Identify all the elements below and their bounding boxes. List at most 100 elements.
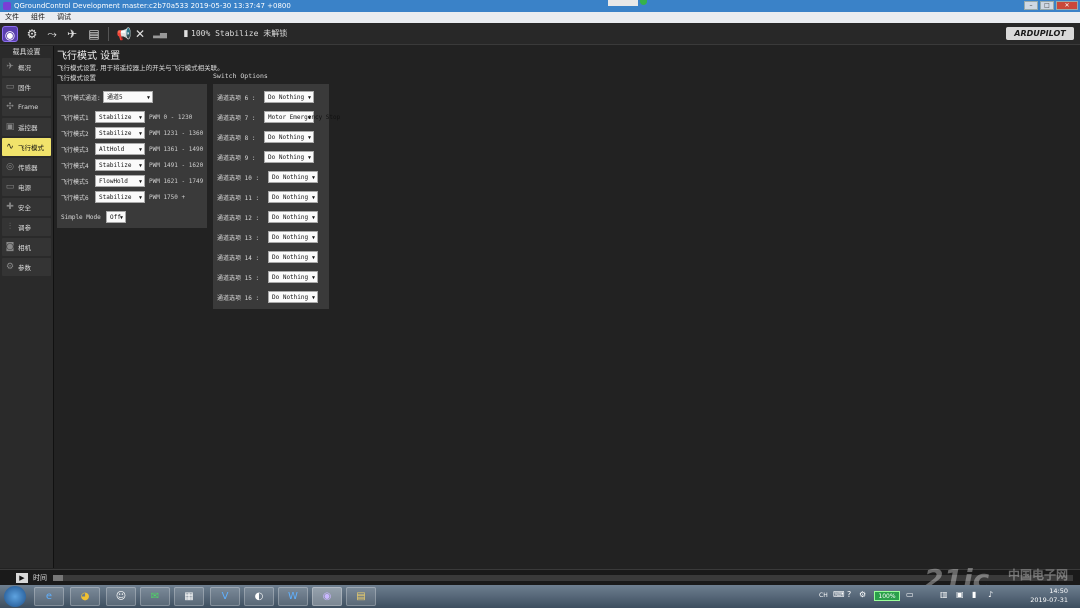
switch-option-row: 通道选项 6 : Do Nothing ▼: [217, 91, 314, 103]
flight-mode-4-select[interactable]: Stabilize ▼: [95, 159, 145, 171]
tray-chat-icon[interactable]: ▭: [906, 590, 914, 599]
sidebar-title: 载具设置: [12, 48, 41, 56]
notification-tab[interactable]: [608, 0, 638, 6]
channel-8-option-select[interactable]: Do Nothing ▼: [264, 131, 314, 143]
chevron-down-icon: ▼: [138, 147, 142, 153]
calculator-icon[interactable]: ▦: [174, 587, 204, 606]
vehicle-setup-gear-icon[interactable]: ⚙: [24, 26, 40, 42]
flight-mode-5-select[interactable]: FlowHold ▼: [95, 175, 145, 187]
file-explorer-icon[interactable]: ▤: [346, 587, 376, 606]
timeline-slider-handle[interactable]: [53, 575, 63, 581]
vcode-icon[interactable]: V: [210, 587, 240, 606]
messages-megaphone-icon[interactable]: 📢: [116, 26, 132, 42]
sidebar-item-flight-modes[interactable]: ∿ 飞行模式: [2, 138, 51, 156]
chevron-down-icon: ▼: [307, 155, 311, 161]
flight-mode-row: 飞行模式2 Stabilize ▼ PWM 1231 - 1360: [61, 127, 203, 139]
chevron-down-icon: ▼: [311, 295, 315, 301]
media-player-icon[interactable]: ◐: [244, 587, 274, 606]
channel-6-option-select[interactable]: Do Nothing ▼: [264, 91, 314, 103]
switch-option-row: 通道选项 11 : Do Nothing ▼: [217, 191, 318, 203]
tray-help-icon[interactable]: ?: [847, 590, 851, 599]
chrome-icon[interactable]: ◕: [70, 587, 100, 606]
channel-10-option-select[interactable]: Do Nothing ▼: [268, 171, 318, 183]
plan-route-icon[interactable]: ⤳: [44, 26, 60, 42]
switch-option-row: 通道选项 9 : Do Nothing ▼: [217, 151, 314, 163]
switch-option-row: 通道选项 16 : Do Nothing ▼: [217, 291, 318, 303]
qgc-logo-icon[interactable]: ◉: [2, 26, 18, 42]
channel-row: 飞行模式通道: 通道5 ▼: [61, 91, 153, 103]
flight-mode-2-select[interactable]: Stabilize ▼: [95, 127, 145, 139]
chevron-down-icon: ▼: [138, 115, 142, 121]
sidebar-item-power[interactable]: ▭ 电源: [2, 178, 51, 196]
tray-power-icon[interactable]: ▮: [972, 590, 976, 599]
close-icon[interactable]: ✕: [1056, 1, 1078, 10]
sidebar-item-summary[interactable]: ✈ 概况: [2, 58, 51, 76]
menu-file[interactable]: 文件: [5, 12, 19, 23]
channel-select[interactable]: 通道5 ▼: [103, 91, 153, 103]
sidebar-item-frame[interactable]: ✣ Frame: [2, 98, 51, 116]
flight-mode-row: 飞行模式3 AltHold ▼ PWM 1361 - 1490: [61, 143, 203, 155]
vehicle-status-text[interactable]: 100% Stabilize 未解锁: [191, 28, 287, 40]
channel-7-option-select[interactable]: Motor Emergency Stop ▼: [264, 111, 340, 123]
clock-time: 14:50: [1049, 587, 1068, 595]
channel-15-option-select[interactable]: Do Nothing ▼: [268, 271, 318, 283]
chevron-down-icon: ▼: [311, 275, 315, 281]
wechat-icon[interactable]: ✉: [140, 587, 170, 606]
chevron-down-icon: ▼: [311, 195, 315, 201]
channel-13-option-select[interactable]: Do Nothing ▼: [268, 231, 318, 243]
rc-rssi-icon[interactable]: ▂▄: [152, 26, 168, 42]
play-icon[interactable]: ▶: [16, 573, 28, 583]
input-language[interactable]: CH: [819, 592, 828, 599]
word-icon[interactable]: W: [278, 587, 308, 606]
camera-icon: ◙: [5, 242, 15, 252]
sidebar-item-sensors[interactable]: ◎ 传感器: [2, 158, 51, 176]
window-title: QGroundControl Development master:c2b70a…: [14, 2, 291, 10]
pwm-range: PWM 1231 - 1360: [149, 129, 204, 137]
sidebar-item-tuning[interactable]: ⫶ 调参: [2, 218, 51, 236]
menu-debug[interactable]: 调试: [57, 12, 71, 23]
flight-mode-6-select[interactable]: Stabilize ▼: [95, 191, 145, 203]
ie-browser-icon[interactable]: e: [34, 587, 64, 606]
flight-mode-row: 飞行模式1 Stabilize ▼ PWM 0 - 1230: [61, 111, 192, 123]
switch-option-row: 通道选项 15 : Do Nothing ▼: [217, 271, 318, 283]
minimize-icon[interactable]: –: [1024, 1, 1038, 10]
app-window: QGroundControl Development master:c2b70a…: [0, 0, 1080, 608]
qgroundcontrol-task-icon[interactable]: ◉: [312, 587, 342, 606]
tray-settings-icon[interactable]: ⚙: [859, 590, 866, 599]
gps-satellite-icon[interactable]: ✕: [132, 26, 148, 42]
tray-action-center-icon[interactable]: ▣: [956, 590, 964, 599]
tray-keyboard-icon[interactable]: ⌨: [833, 590, 845, 599]
channel-11-option-select[interactable]: Do Nothing ▼: [268, 191, 318, 203]
pwm-range: PWM 1361 - 1490: [149, 145, 204, 153]
qq-icon[interactable]: ☺: [106, 587, 136, 606]
fly-plane-icon[interactable]: ✈: [64, 26, 80, 42]
flight-mode-3-select[interactable]: AltHold ▼: [95, 143, 145, 155]
analyze-document-icon[interactable]: ▤: [86, 26, 102, 42]
menu-widgets[interactable]: 组件: [31, 12, 45, 23]
tray-network-icon[interactable]: ▥: [940, 590, 948, 599]
switch-options-panel: 通道选项 6 : Do Nothing ▼ 通道选项 7 : Motor Emer…: [213, 84, 340, 309]
timeline-slider[interactable]: [53, 575, 1073, 581]
sidebar-item-camera[interactable]: ◙ 相机: [2, 238, 51, 256]
flight-mode-1-select[interactable]: Stabilize ▼: [95, 111, 145, 123]
sidebar-item-firmware[interactable]: ▭ 固件: [2, 78, 51, 96]
timeline-label: 时间: [33, 574, 47, 582]
sidebar-item-safety[interactable]: ✚ 安全: [2, 198, 51, 216]
channel-9-option-select[interactable]: Do Nothing ▼: [264, 151, 314, 163]
channel-14-option-select[interactable]: Do Nothing ▼: [268, 251, 318, 263]
switch-option-row: 通道选项 7 : Motor Emergency Stop ▼: [217, 111, 340, 123]
flight-modes-page: 飞行模式 设置 飞行模式设置, 用于将遥控器上的开关与飞行模式相关联。 飞行模式…: [55, 46, 1080, 568]
sidebar-item-radio[interactable]: ▣ 遥控器: [2, 118, 51, 136]
sidebar-item-parameters[interactable]: ⚙ 参数: [2, 258, 51, 276]
channel-12-option-select[interactable]: Do Nothing ▼: [268, 211, 318, 223]
tray-battery-percent[interactable]: 100%: [874, 591, 900, 601]
tray-volume-icon[interactable]: ♪: [988, 590, 993, 599]
simple-mode-select[interactable]: Off ▼: [106, 211, 126, 223]
firmware-icon: ▭: [5, 82, 15, 92]
start-menu-icon[interactable]: [4, 586, 26, 607]
maximize-icon[interactable]: □: [1040, 1, 1054, 10]
os-taskbar: e ◕ ☺ ✉ ▦ V ◐ W ◉ ▤ CH ⌨ ? ⚙ 100% ▭ ▥ ▣ …: [0, 585, 1080, 608]
channel-16-option-select[interactable]: Do Nothing ▼: [268, 291, 318, 303]
ardupilot-logo: ARDUPILOT: [1006, 27, 1074, 40]
system-clock[interactable]: 14:50 2019-07-31: [1030, 587, 1068, 605]
